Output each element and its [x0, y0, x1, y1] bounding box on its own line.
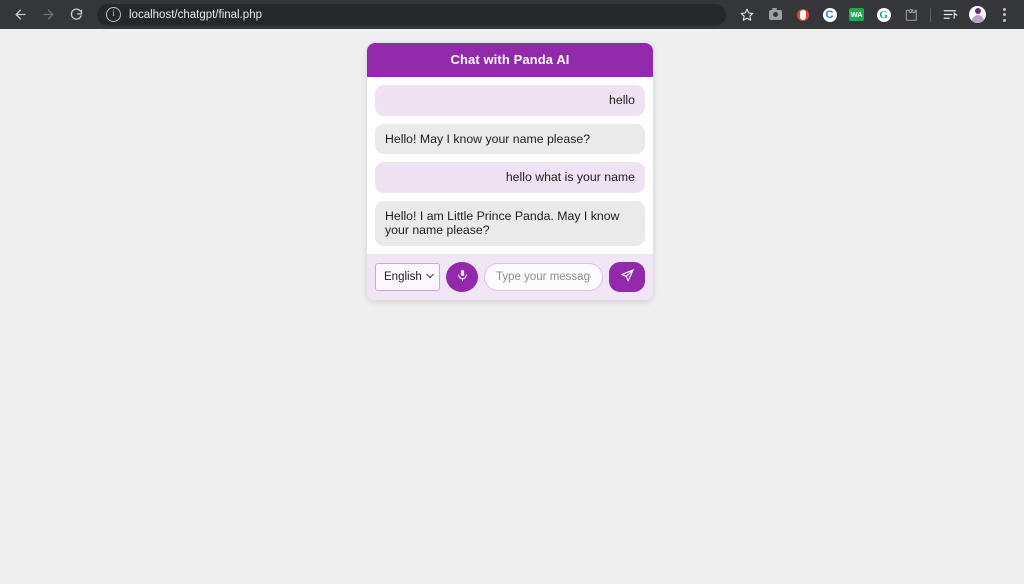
address-bar-url: localhost/chatgpt/final.php [129, 8, 262, 21]
recorder-extension-icon[interactable] [791, 3, 814, 26]
chat-header-title: Chat with Panda AI [367, 43, 653, 77]
wa-extension-icon[interactable]: WA [845, 3, 868, 26]
reload-button[interactable] [64, 3, 88, 27]
chat-message-user: hello [375, 85, 645, 116]
c-extension-icon[interactable]: C [818, 3, 841, 26]
chat-widget: Chat with Panda AI hello Hello! May I kn… [367, 43, 653, 300]
send-button[interactable] [609, 261, 645, 292]
back-button[interactable] [8, 3, 32, 27]
screenshot-extension-icon[interactable] [764, 3, 787, 26]
browser-toolbar: i localhost/chatgpt/final.php C WA G [0, 0, 1024, 29]
chat-input-bar: English [367, 253, 653, 300]
profile-avatar-icon[interactable] [966, 3, 989, 26]
microphone-button[interactable] [446, 261, 478, 292]
reading-list-icon[interactable] [939, 3, 962, 26]
chat-message-bot: Hello! May I know your name please? [375, 123, 645, 154]
grammarly-extension-icon[interactable]: G [872, 3, 895, 26]
chrome-menu-icon[interactable] [993, 3, 1016, 26]
page-body: Chat with Panda AI hello Hello! May I kn… [0, 29, 1024, 584]
chat-message-bot: Hello! I am Little Prince Panda. May I k… [375, 200, 645, 246]
site-info-icon[interactable]: i [106, 7, 121, 22]
toolbar-divider [930, 7, 931, 22]
send-icon [620, 268, 635, 286]
bookmark-star-icon[interactable] [732, 4, 762, 26]
message-input[interactable] [484, 262, 603, 291]
language-select-wrapper: English [375, 262, 440, 291]
language-select[interactable]: English [375, 262, 440, 291]
chat-message-user: hello what is your name [375, 162, 645, 193]
address-bar[interactable]: i localhost/chatgpt/final.php [97, 3, 726, 26]
extension-icons: C WA G [762, 3, 1018, 26]
microphone-icon [456, 268, 469, 286]
message-list: hello Hello! May I know your name please… [367, 77, 653, 254]
extensions-puzzle-icon[interactable] [899, 3, 922, 26]
forward-button[interactable] [36, 3, 60, 27]
